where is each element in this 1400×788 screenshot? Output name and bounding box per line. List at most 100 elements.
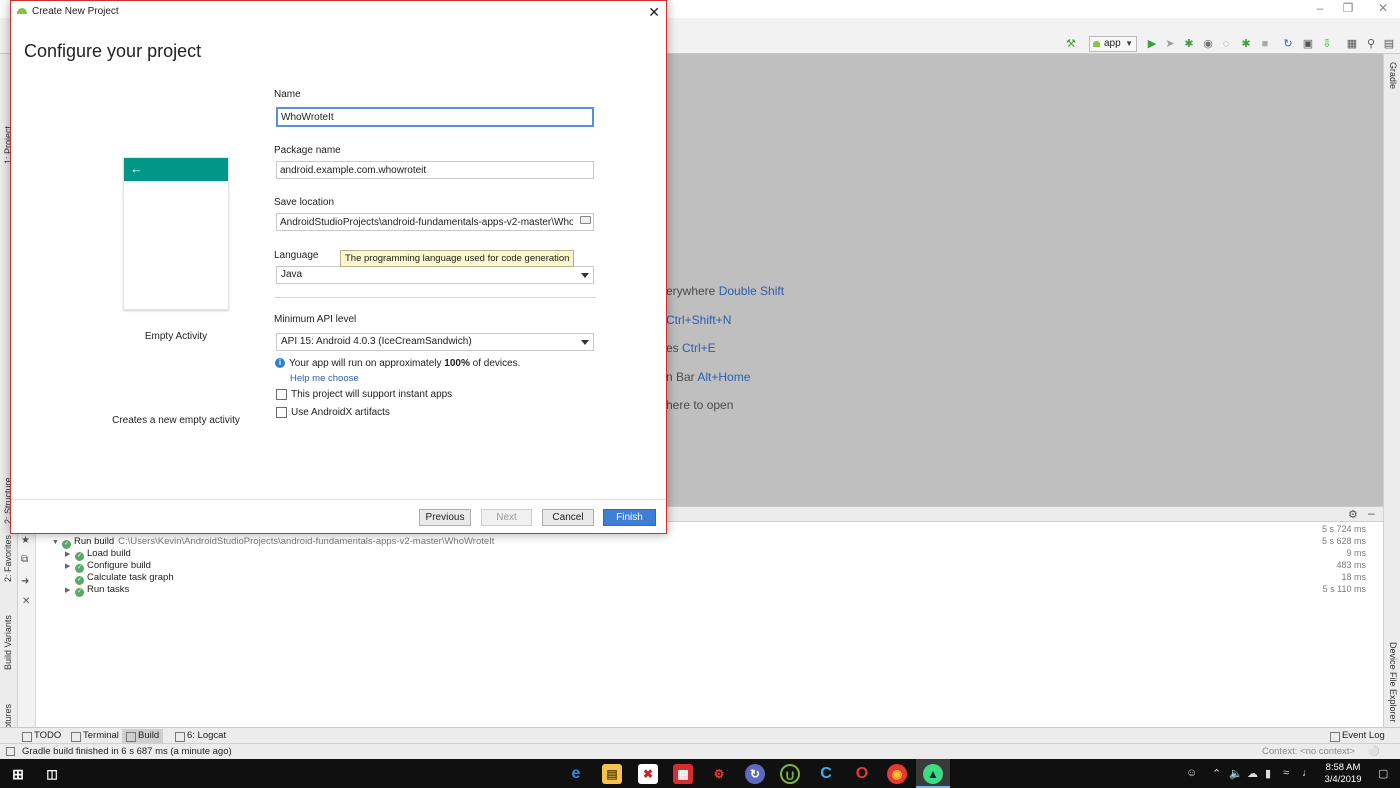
build-variants-tab[interactable]: Build Variants — [3, 615, 13, 670]
gradle-tab[interactable]: Gradle — [1388, 62, 1398, 89]
file-explorer-icon[interactable]: ▤ — [602, 764, 622, 784]
make-project-icon[interactable]: ⚒ — [1064, 37, 1078, 51]
gear-icon[interactable]: ⚙ — [1348, 508, 1358, 521]
star-icon[interactable]: ★ — [21, 535, 30, 546]
package-name-field[interactable] — [276, 161, 594, 179]
build-time: 5 s 628 ms — [1321, 536, 1366, 546]
dialog-title-bar: Create New Project ✕ — [11, 1, 666, 23]
close-icon[interactable]: ✕ — [648, 4, 660, 20]
instant-apps-checkbox[interactable] — [276, 389, 287, 400]
search-everywhere-icon[interactable]: ⚲ — [1364, 37, 1378, 51]
cancel-button[interactable]: Cancel — [542, 509, 594, 526]
help-me-choose-link[interactable]: Help me choose — [290, 373, 359, 384]
close-window-icon[interactable]: ✕ — [1372, 1, 1394, 15]
androidx-checkbox[interactable] — [276, 407, 287, 418]
favorites-tab[interactable]: 2: Favorites — [3, 535, 13, 582]
attach-process-icon[interactable]: ✱ — [1239, 37, 1253, 51]
avd-manager-icon[interactable]: ▣ — [1301, 37, 1315, 51]
attach-debugger-icon[interactable]: ◌ — [1219, 37, 1233, 51]
windows-taskbar: ⊞ ◫ e ▤ ✖ ▦ ⚙ ↻ U C O ◉ ▲ ☺ ⌃ 🔈 ☁ ▮ ≈ ♩ … — [0, 759, 1400, 788]
onedrive-icon[interactable]: ☁ — [1247, 767, 1258, 780]
project-structure-icon[interactable]: ▦ — [1345, 37, 1359, 51]
language-select[interactable]: Java — [276, 266, 594, 284]
tab-terminal[interactable]: Terminal — [67, 729, 123, 743]
min-api-select[interactable]: API 15: Android 4.0.3 (IceCreamSandwich) — [276, 333, 594, 351]
show-hidden-icons-icon[interactable]: ⌃ — [1212, 767, 1221, 780]
tab-build[interactable]: Build — [122, 729, 164, 743]
windows-start-icon[interactable]: ⊞ — [8, 764, 28, 784]
page-title: Configure your project — [24, 41, 202, 61]
tree-row-run-build[interactable]: ▼ ✓ Run build C:\Users\Kevin\AndroidStudioP… — [52, 536, 494, 549]
debug-icon[interactable]: ✱ — [1182, 37, 1196, 51]
instant-apps-label[interactable]: This project will support instant apps — [291, 389, 452, 400]
status-message[interactable]: Gradle build finished in 6 s 687 ms (a m… — [22, 744, 232, 759]
sync-app-icon[interactable]: ↻ — [745, 764, 765, 784]
language-value: Java — [281, 269, 303, 280]
device-file-explorer-tab[interactable]: Device File Explorer — [1388, 642, 1398, 723]
finish-button[interactable]: Finish — [603, 509, 656, 526]
opera-icon[interactable]: O — [852, 764, 872, 784]
arrow-back-icon: ← — [130, 161, 143, 176]
speaker-icon[interactable]: ♩ — [1302, 767, 1313, 779]
save-location-field[interactable] — [276, 213, 594, 231]
settings-app-icon[interactable]: ⚙ — [709, 764, 729, 784]
snipping-tool-icon[interactable]: ✖ — [638, 764, 658, 784]
utorrent-icon[interactable]: U — [780, 764, 800, 784]
layout-icon[interactable]: ▤ — [1382, 37, 1396, 51]
close-icon[interactable]: ✕ — [22, 596, 30, 607]
name-field[interactable] — [276, 107, 594, 127]
task-view-icon[interactable]: ◫ — [42, 764, 62, 784]
run-icon[interactable]: ▶ — [1145, 37, 1159, 51]
stop-icon[interactable]: ■ — [1258, 37, 1272, 51]
build-time: 18 ms — [1341, 572, 1366, 582]
chevron-down-icon — [581, 273, 589, 278]
pin-icon[interactable]: ➜ — [21, 576, 29, 587]
profile-icon[interactable]: ◉ — [1201, 37, 1215, 51]
toggle-view-icon[interactable]: ⧉ — [21, 554, 28, 565]
gift-app-icon[interactable]: ▦ — [673, 764, 693, 784]
tab-event-log[interactable]: Event Log — [1326, 729, 1389, 743]
hide-panel-icon[interactable]: – — [1368, 506, 1375, 520]
bottom-tool-tabs: TODO Terminal Build 6: Logcat Event Log — [0, 727, 1400, 743]
language-tooltip: The programming language used for code g… — [340, 250, 575, 267]
android-studio-icon[interactable]: ▲ — [923, 764, 943, 784]
build-time: 5 s 110 ms — [1322, 584, 1366, 594]
template-name: Empty Activity — [144, 331, 208, 342]
people-icon[interactable]: ☺ — [1186, 767, 1197, 779]
tab-todo[interactable]: TODO — [18, 729, 65, 743]
next-button[interactable]: Next — [481, 509, 532, 526]
success-icon: ✓ — [75, 588, 84, 597]
sdk-manager-icon[interactable]: ⇩ — [1320, 37, 1334, 51]
restore-icon[interactable]: ❐ — [1337, 1, 1359, 15]
minimize-icon[interactable]: – — [1309, 1, 1331, 15]
notifications-icon[interactable]: ▢ — [1378, 767, 1388, 780]
chrome-icon[interactable]: ◉ — [887, 764, 907, 784]
edge-icon[interactable]: e — [566, 764, 586, 784]
tree-row-calculate-task-graph[interactable]: ✓ Calculate task graph — [65, 572, 174, 585]
android-icon — [17, 8, 27, 14]
hint-navigation-bar: n Bar Alt+Home — [666, 370, 751, 384]
tab-logcat[interactable]: 6: Logcat — [171, 729, 230, 743]
volume-icon[interactable]: 🔈 — [1229, 767, 1243, 780]
tree-row-configure-build[interactable]: ▶ ✓ Configure build — [65, 560, 151, 573]
folder-icon[interactable] — [580, 216, 591, 224]
androidx-label[interactable]: Use AndroidX artifacts — [291, 407, 390, 418]
tree-row-load-build[interactable]: ▶ ✓ Load build — [65, 548, 131, 561]
sync-gradle-icon[interactable]: ↻ — [1281, 37, 1295, 51]
collapse-arrow-icon[interactable]: ▼ — [52, 537, 62, 549]
chevron-down-icon — [581, 340, 589, 345]
tree-row-run-tasks[interactable]: ▶ ✓ Run tasks — [65, 584, 129, 597]
lock-icon[interactable]: ⚪ — [1368, 744, 1380, 759]
save-location-label: Save location — [274, 197, 335, 208]
toggle-tool-windows-icon[interactable] — [6, 747, 15, 756]
expand-arrow-icon[interactable]: ▶ — [65, 585, 75, 597]
apply-changes-icon[interactable]: ➤ — [1163, 37, 1177, 51]
wifi-icon[interactable]: ≈ — [1283, 767, 1289, 779]
ccleaner-icon[interactable]: C — [816, 764, 836, 784]
previous-button[interactable]: Previous — [419, 509, 471, 526]
status-bar: Gradle build finished in 6 s 687 ms (a m… — [0, 743, 1400, 759]
taskbar-clock[interactable]: 8:58 AM 3/4/2019 — [1318, 762, 1368, 786]
context-indicator: Context: <no context> — [1262, 746, 1355, 757]
battery-icon[interactable]: ▮ — [1265, 767, 1271, 780]
run-config-select[interactable]: app ▼ — [1089, 36, 1137, 52]
